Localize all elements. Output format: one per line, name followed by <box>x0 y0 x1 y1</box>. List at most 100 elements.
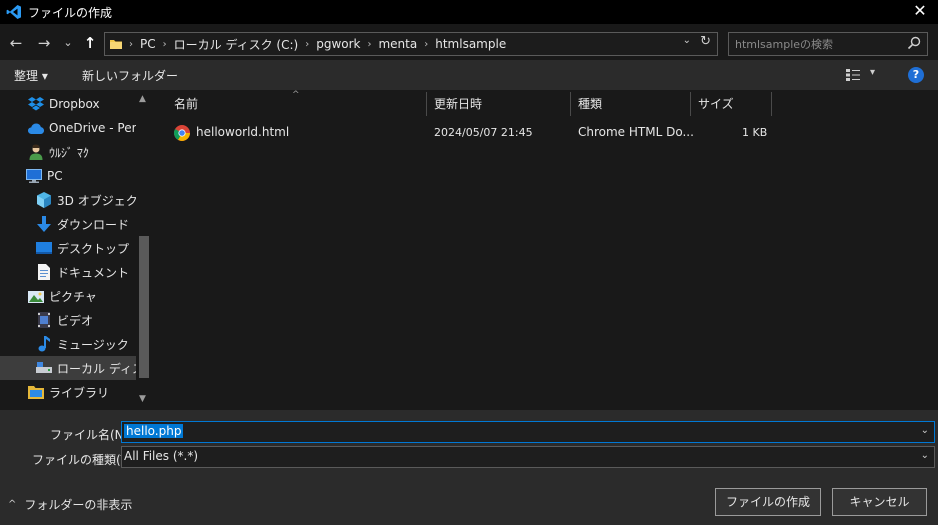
navigation-bar: ← → ⌄ ↑ › PC › ローカル ディスク (C:) › pgwork ›… <box>0 26 938 60</box>
scrollbar-thumb[interactable] <box>139 236 149 378</box>
sidebar-item-libraries[interactable]: ライブラリ <box>0 380 136 404</box>
search-icon[interactable] <box>907 36 921 50</box>
address-history-dropdown[interactable]: ⌄ <box>683 35 691 46</box>
breadcrumb-pc[interactable]: PC <box>140 37 156 51</box>
breadcrumb-separator[interactable]: › <box>367 39 371 50</box>
onedrive-icon <box>28 120 44 136</box>
search-box[interactable] <box>728 32 928 56</box>
filetype-select[interactable]: All Files (*.*) ⌄ <box>121 446 935 468</box>
title-bar: ファイルの作成 ✕ <box>0 0 938 24</box>
scroll-down-arrow[interactable]: ▼ <box>139 394 146 404</box>
navigation-pane: Dropbox OneDrive - Personal ｳﾙｼﾞ ﾏｸ PC 3… <box>0 90 152 410</box>
file-size: 1 KB <box>742 126 768 139</box>
scroll-up-arrow[interactable]: ▲ <box>139 94 146 104</box>
column-divider[interactable] <box>771 92 772 116</box>
pc-icon <box>26 168 42 184</box>
sidebar-item-label: 3D オブジェクト <box>57 193 136 208</box>
filetype-dropdown[interactable]: ⌄ <box>921 450 929 461</box>
videos-icon <box>36 312 52 328</box>
recent-locations-button[interactable]: ⌄ <box>58 32 78 54</box>
command-bar: 整理 ▾ 新しいフォルダー ▾ ? <box>0 60 938 90</box>
column-header-size[interactable]: サイズ <box>690 90 734 118</box>
sidebar-item-music[interactable]: ミュージック <box>0 332 136 356</box>
up-button[interactable]: ↑ <box>80 32 100 54</box>
address-bar[interactable]: › PC › ローカル ディスク (C:) › pgwork › menta ›… <box>104 32 718 56</box>
vscode-icon <box>6 5 21 19</box>
sidebar-item-label: Dropbox <box>49 97 100 111</box>
new-folder-button[interactable]: 新しいフォルダー <box>82 67 178 84</box>
sidebar-item-onedrive[interactable]: OneDrive - Personal <box>0 116 136 140</box>
filetype-value[interactable]: All Files (*.*) <box>124 449 198 463</box>
filename-dropdown[interactable]: ⌄ <box>921 425 929 436</box>
sidebar-item-videos[interactable]: ビデオ <box>0 308 136 332</box>
sidebar-item-label: ローカル ディスク (C:) <box>57 361 136 376</box>
sidebar-item-label: ダウンロード <box>57 217 130 232</box>
sidebar-item-label: ドキュメント <box>57 265 130 280</box>
file-list: ^ 名前 更新日時 種類 サイズ helloworld.html 2024/05… <box>154 90 938 410</box>
filename-value[interactable]: hello.php <box>124 424 184 438</box>
sidebar-item-label: ｳﾙｼﾞ ﾏｸ <box>49 145 89 160</box>
create-file-button[interactable]: ファイルの作成 <box>715 488 821 516</box>
cancel-button[interactable]: キャンセル <box>832 488 927 516</box>
drive-icon <box>36 360 52 376</box>
sidebar-item-label: デスクトップ <box>57 241 130 256</box>
sort-indicator-icon: ^ <box>292 90 300 100</box>
forward-button[interactable]: → <box>34 32 54 54</box>
view-options-icon[interactable] <box>846 69 860 81</box>
chrome-icon <box>174 125 190 141</box>
view-options-dropdown[interactable]: ▾ <box>870 67 875 78</box>
hide-folders-label: フォルダーの非表示 <box>24 498 133 512</box>
sidebar-item-documents[interactable]: ドキュメント <box>0 260 136 284</box>
sidebar-item-desktop[interactable]: デスクトップ <box>0 236 136 260</box>
libraries-icon <box>28 384 44 400</box>
sidebar-item-local-disk[interactable]: ローカル ディスク (C:) <box>0 356 136 380</box>
dropbox-icon <box>28 96 44 112</box>
breadcrumb-separator[interactable]: › <box>424 39 428 50</box>
sidebar-item-dropbox[interactable]: Dropbox <box>0 92 136 116</box>
organize-button[interactable]: 整理 ▾ <box>14 67 48 84</box>
column-header-name[interactable]: 名前 <box>166 90 198 118</box>
file-type: Chrome HTML Do... <box>578 125 694 139</box>
sidebar-item-3d-objects[interactable]: 3D オブジェクト <box>0 188 136 212</box>
breadcrumb-separator: › <box>129 38 133 50</box>
desktop-icon <box>36 240 52 256</box>
breadcrumb-local-disk[interactable]: ローカル ディスク (C:) <box>174 36 299 53</box>
sidebar-item-label: ミュージック <box>57 337 129 352</box>
window-title: ファイルの作成 <box>28 5 113 20</box>
folder-icon <box>110 40 122 49</box>
sidebar-item-label: ライブラリ <box>49 385 110 400</box>
3d-objects-icon <box>36 192 52 208</box>
sidebar-item-pc[interactable]: PC <box>0 164 136 188</box>
search-input[interactable] <box>729 33 901 55</box>
close-button[interactable]: ✕ <box>910 1 930 21</box>
sidebar-item-user[interactable]: ｳﾙｼﾞ ﾏｸ <box>0 140 136 164</box>
sidebar-item-label: ピクチャ <box>49 289 97 304</box>
documents-icon <box>36 264 52 280</box>
refresh-button[interactable]: ↻ <box>700 34 711 49</box>
hide-folders-toggle[interactable]: ^ フォルダーの非表示 <box>8 496 132 513</box>
breadcrumb-menta[interactable]: menta <box>378 37 417 51</box>
chevron-up-icon: ^ <box>8 499 17 510</box>
sidebar-item-label: ビデオ <box>57 313 94 328</box>
download-icon <box>36 216 52 232</box>
pictures-icon <box>28 288 44 304</box>
breadcrumb-htmlsample[interactable]: htmlsample <box>435 37 506 51</box>
file-modified: 2024/05/07 21:45 <box>434 126 533 139</box>
sidebar-item-label: PC <box>47 169 63 183</box>
breadcrumb-separator[interactable]: › <box>163 39 167 50</box>
help-button[interactable]: ? <box>908 67 924 83</box>
sidebar-item-pictures[interactable]: ピクチャ <box>0 284 136 308</box>
file-row[interactable]: helloworld.html 2024/05/07 21:45 Chrome … <box>166 122 772 144</box>
file-name[interactable]: helloworld.html <box>196 125 289 139</box>
column-header-modified[interactable]: 更新日時 <box>426 90 482 118</box>
sidebar-item-label: OneDrive - Personal <box>49 121 136 135</box>
navigation-scrollbar[interactable]: ▲ ▼ <box>136 90 152 410</box>
back-button[interactable]: ← <box>6 32 26 54</box>
column-header-type[interactable]: 種類 <box>570 90 602 118</box>
filename-field[interactable]: hello.php ⌄ <box>121 421 935 443</box>
breadcrumb-pgwork[interactable]: pgwork <box>316 37 360 51</box>
breadcrumb-separator[interactable]: › <box>305 39 309 50</box>
music-icon <box>36 336 52 352</box>
save-form: ファイル名(N): hello.php ⌄ ファイルの種類(T): All Fi… <box>0 410 938 525</box>
sidebar-item-downloads[interactable]: ダウンロード <box>0 212 136 236</box>
